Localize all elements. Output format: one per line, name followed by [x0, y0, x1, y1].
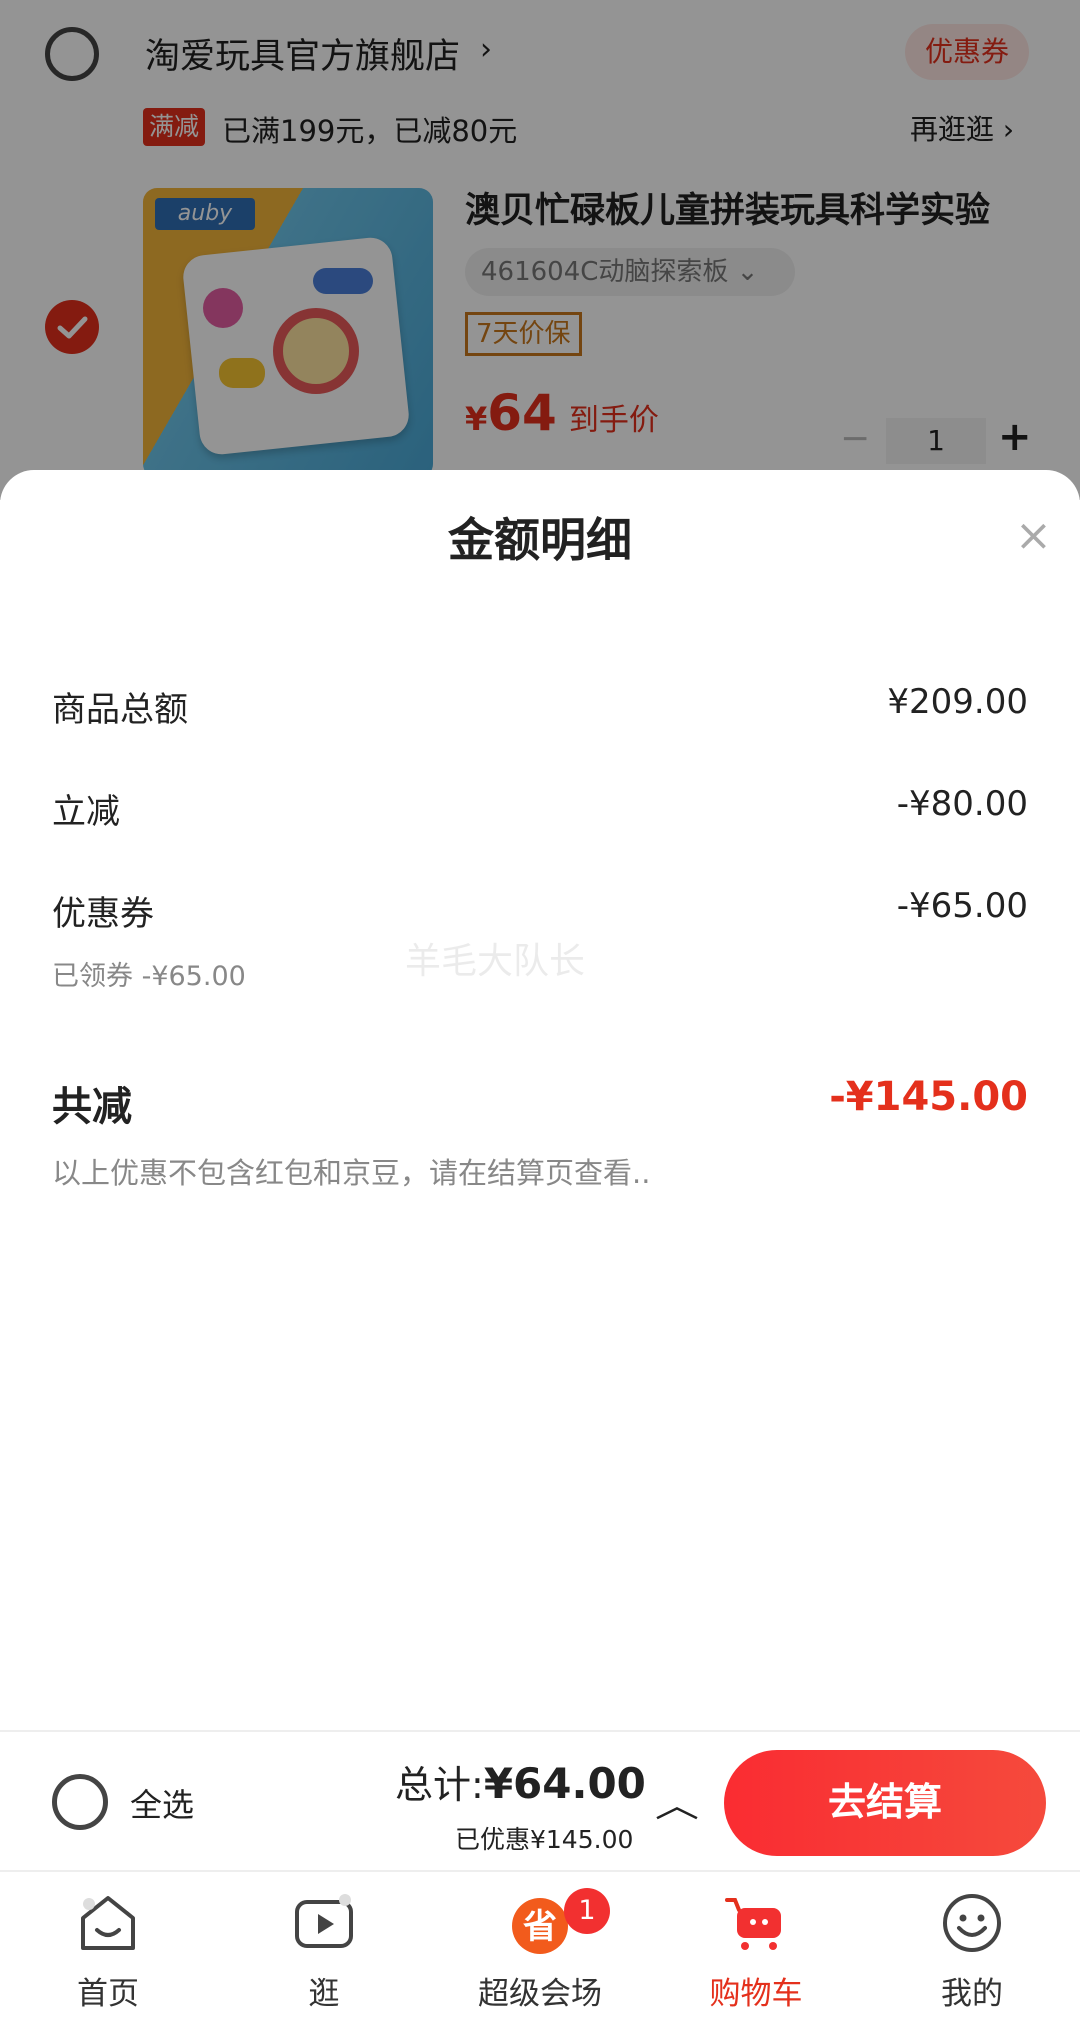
modal-overlay[interactable]: [0, 0, 1080, 500]
saved-amount: 已优惠¥145.00: [455, 1825, 634, 1854]
cart-icon: [725, 1898, 781, 1950]
close-icon[interactable]: ×: [1015, 514, 1052, 558]
instant-discount-label: 立减: [52, 792, 120, 832]
instant-discount-value: -¥80.00: [896, 784, 1028, 824]
goods-total-value: ¥209.00: [887, 682, 1028, 722]
notification-badge: 1: [564, 1888, 610, 1934]
checkout-bar: 全选 总计:¥64.00 已优惠¥145.00 ︿ 去结算: [0, 1730, 1080, 1870]
coupon-value: -¥65.00: [896, 886, 1028, 926]
checkout-button[interactable]: 去结算: [724, 1750, 1046, 1856]
tab-cart[interactable]: 购物车: [648, 1872, 864, 2022]
cart-page: 淘爱玩具官方旗舰店 › 优惠券 满减 已满199元，已减80元 再逛逛 › au…: [0, 0, 1080, 2022]
sheet-title: 金额明细: [448, 513, 632, 567]
chevron-up-icon[interactable]: ︿: [655, 1778, 699, 1827]
amount-detail-sheet: 金额明细 × 商品总额 ¥209.00 立减 -¥80.00 优惠券 -¥65.…: [0, 470, 1080, 1730]
bottom-tab-bar: 首页 逛 省 1 超级会场 购物车 我的: [0, 1870, 1080, 2022]
select-all-label[interactable]: 全选: [130, 1780, 194, 1826]
tab-mine[interactable]: 我的: [864, 1872, 1080, 2022]
total-discount-value: -¥145.00: [829, 1074, 1028, 1120]
tab-super-venue[interactable]: 省 1 超级会场: [432, 1872, 648, 2022]
video-play-icon: [295, 1894, 353, 1948]
goods-total-label: 商品总额: [52, 690, 188, 730]
discount-note: 以上优惠不包含红包和京豆，请在结算页查看..: [52, 1156, 651, 1190]
coupon-claimed-text: 已领券 -¥65.00: [52, 961, 246, 992]
total-amount: 总计:¥64.00: [395, 1759, 646, 1808]
select-all-radio[interactable]: [52, 1774, 108, 1830]
watermark: 羊毛大队长: [405, 941, 586, 982]
super-venue-icon: 省: [512, 1898, 568, 1954]
tab-explore[interactable]: 逛: [216, 1872, 432, 2022]
tab-home[interactable]: 首页: [0, 1872, 216, 2022]
profile-smile-icon: [943, 1894, 1001, 1952]
total-discount-label: 共减: [52, 1084, 132, 1130]
coupon-label: 优惠券: [52, 894, 154, 934]
svg-text:省: 省: [523, 1907, 557, 1947]
home-icon: [81, 1896, 135, 1950]
